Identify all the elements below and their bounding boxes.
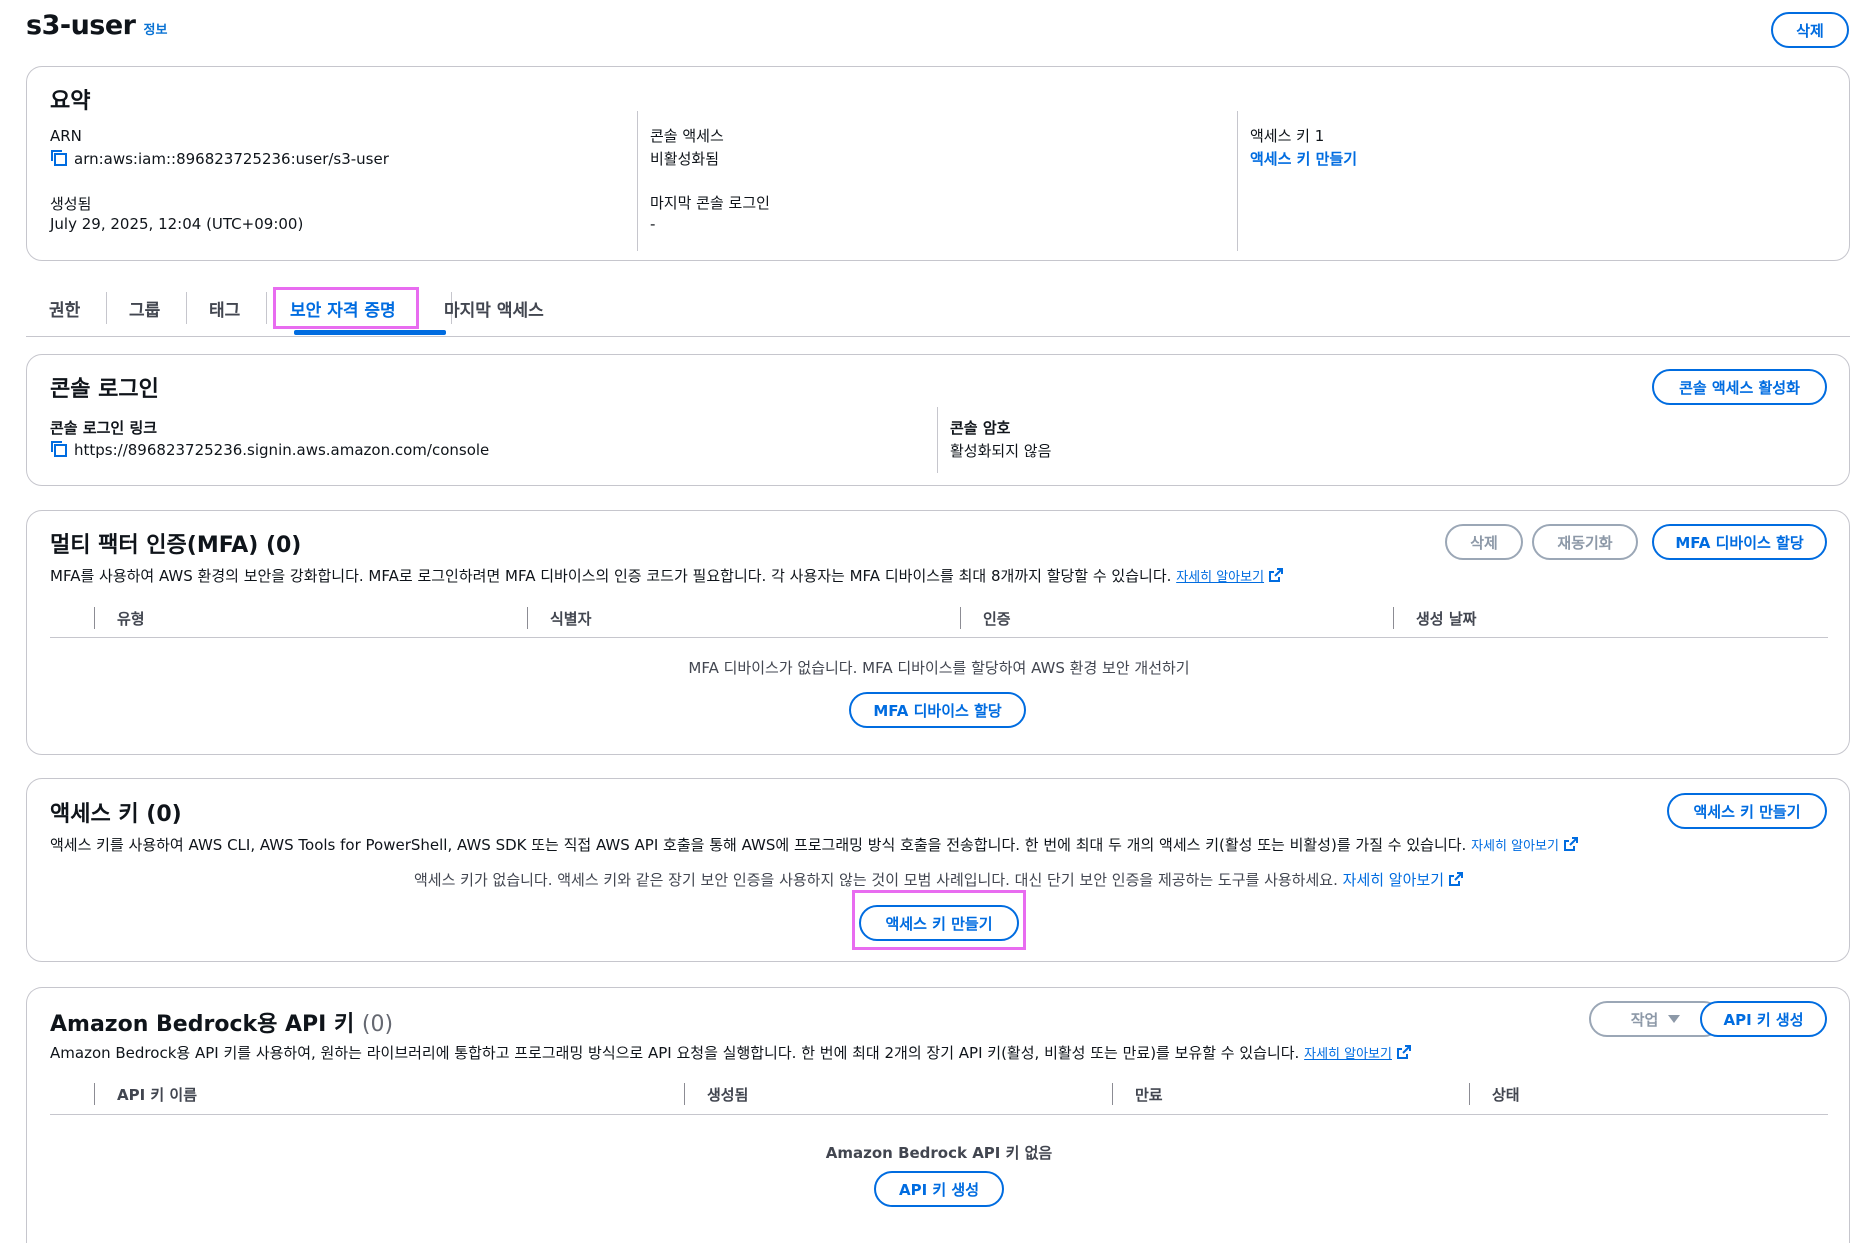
column-header-type[interactable]: 유형: [117, 608, 145, 629]
access-keys-heading: 액세스 키 (0): [50, 802, 182, 827]
console-login-link: https://896823725236.signin.aws.amazon.c…: [50, 440, 489, 459]
column-header-api-key-name[interactable]: API 키 이름: [117, 1084, 197, 1105]
external-link-icon: [1563, 836, 1579, 852]
column-header-identifier[interactable]: 식별자: [550, 608, 591, 629]
access-keys-description-text: 액세스 키를 사용하여 AWS CLI, AWS Tools for Power…: [50, 836, 1467, 854]
column-separator: [94, 607, 95, 629]
column-separator: [1112, 1083, 1113, 1105]
summary-heading: 요약: [50, 89, 91, 114]
access-keys-empty-text: 액세스 키가 없습니다. 액세스 키와 같은 장기 보안 인증을 사용하지 않는…: [413, 871, 1338, 889]
caret-down-icon: [1668, 1015, 1681, 1023]
external-link-icon: [1268, 567, 1284, 583]
external-link-icon: [1448, 871, 1464, 887]
create-access-key-link[interactable]: 액세스 키 만들기: [1250, 148, 1357, 169]
console-login-link-label: 콘솔 로그인 링크: [50, 419, 158, 437]
page-title: s3-user: [26, 10, 136, 41]
arn-label: ARN: [50, 127, 82, 145]
copy-icon[interactable]: [50, 149, 68, 167]
page-header: s3-user 정보: [26, 10, 167, 41]
console-password-value: 활성화되지 않음: [950, 442, 1052, 460]
create-access-key-button[interactable]: 액세스 키 만들기: [1667, 793, 1827, 829]
bedrock-api-keys-panel: Amazon Bedrock용 API 키 (0) 작업 API 키 생성 Am…: [26, 987, 1850, 1243]
table-header-divider: [50, 637, 1828, 638]
last-console-login-label: 마지막 콘솔 로그인: [650, 194, 770, 212]
delete-user-button[interactable]: 삭제: [1771, 12, 1849, 48]
column-separator: [1469, 1083, 1470, 1105]
column-separator: [684, 1083, 685, 1105]
column-header-status[interactable]: 상태: [1492, 1084, 1520, 1105]
tab-groups[interactable]: 그룹: [129, 296, 160, 321]
access-keys-description: 액세스 키를 사용하여 AWS CLI, AWS Tools for Power…: [50, 834, 1579, 855]
mfa-learn-more-link[interactable]: 자세히 알아보기: [1176, 570, 1264, 585]
copy-icon[interactable]: [50, 440, 68, 458]
divider: [937, 407, 938, 473]
access-key1-label: 액세스 키 1: [1250, 127, 1325, 145]
column-separator: [94, 1083, 95, 1105]
mfa-resync-button[interactable]: 재동기화: [1532, 524, 1638, 560]
bedrock-heading: Amazon Bedrock용 API 키 (0): [50, 1006, 393, 1038]
tab-separator: [266, 292, 267, 324]
arn-text: arn:aws:iam::896823725236:user/s3-user: [74, 150, 389, 168]
bedrock-description-text: Amazon Bedrock용 API 키를 사용하여, 원하는 라이브러리에 …: [50, 1044, 1300, 1062]
column-header-expiry[interactable]: 만료: [1135, 1084, 1163, 1105]
assign-mfa-button[interactable]: MFA 디바이스 할당: [1652, 524, 1827, 560]
column-separator: [1393, 607, 1394, 629]
generate-api-key-button[interactable]: API 키 생성: [1700, 1001, 1827, 1037]
tab-highlight-box: [273, 287, 419, 329]
tab-permissions[interactable]: 권한: [49, 296, 80, 321]
external-link-icon: [1396, 1044, 1412, 1060]
enable-console-access-button[interactable]: 콘솔 액세스 활성화: [1652, 369, 1827, 405]
mfa-empty-message: MFA 디바이스가 없습니다. MFA 디바이스를 할당하여 AWS 환경 보안…: [688, 659, 1190, 677]
tab-tags[interactable]: 태그: [209, 296, 240, 321]
bedrock-count: (0): [361, 1012, 394, 1037]
created-label: 생성됨: [50, 195, 92, 213]
access-keys-empty-learn-more-link[interactable]: 자세히 알아보기: [1343, 871, 1444, 889]
console-access-value: 비활성화됨: [650, 150, 720, 168]
console-password-label: 콘솔 암호: [950, 419, 1011, 437]
divider: [637, 111, 638, 251]
mfa-panel: 멀티 팩터 인증(MFA) (0) 삭제 재동기화 MFA 디바이스 할당 MF…: [26, 510, 1850, 755]
bedrock-actions-label: 작업: [1630, 1010, 1659, 1029]
tab-separator: [106, 292, 107, 324]
column-separator: [960, 607, 961, 629]
last-console-login-value: -: [650, 215, 656, 233]
console-login-heading: 콘솔 로그인: [50, 377, 159, 402]
assign-mfa-empty-button[interactable]: MFA 디바이스 할당: [849, 692, 1026, 728]
access-keys-empty-message: 액세스 키가 없습니다. 액세스 키와 같은 장기 보안 인증을 사용하지 않는…: [27, 869, 1851, 890]
bedrock-learn-more-link[interactable]: 자세히 알아보기: [1304, 1047, 1392, 1062]
column-header-certification[interactable]: 인증: [983, 608, 1011, 629]
generate-api-key-empty-button[interactable]: API 키 생성: [874, 1171, 1004, 1207]
console-login-panel: 콘솔 로그인 콘솔 액세스 활성화 콘솔 로그인 링크 https://8968…: [26, 354, 1850, 486]
mfa-delete-button[interactable]: 삭제: [1445, 524, 1523, 560]
column-separator: [527, 607, 528, 629]
active-tab-indicator: [294, 330, 446, 335]
info-link[interactable]: 정보: [143, 19, 167, 38]
access-keys-learn-more-link[interactable]: 자세히 알아보기: [1471, 839, 1559, 854]
tab-separator: [186, 292, 187, 324]
tab-last-accessed[interactable]: 마지막 액세스: [444, 296, 544, 321]
bedrock-heading-text: Amazon Bedrock용 API 키: [50, 1012, 355, 1037]
mfa-heading: 멀티 팩터 인증(MFA) (0): [50, 533, 302, 558]
summary-panel: 요약 ARN arn:aws:iam::896823725236:user/s3…: [26, 66, 1850, 261]
console-access-label: 콘솔 액세스: [650, 127, 724, 145]
button-highlight-box: [852, 890, 1026, 950]
console-login-url: https://896823725236.signin.aws.amazon.c…: [74, 441, 490, 459]
bedrock-empty-message: Amazon Bedrock API 키 없음: [825, 1144, 1053, 1162]
column-header-created-date[interactable]: 생성 날짜: [1416, 608, 1476, 629]
column-header-created[interactable]: 생성됨: [707, 1084, 748, 1105]
arn-value: arn:aws:iam::896823725236:user/s3-user: [50, 149, 389, 168]
table-header-divider: [50, 1114, 1828, 1115]
bedrock-description: Amazon Bedrock용 API 키를 사용하여, 원하는 라이브러리에 …: [50, 1042, 1412, 1063]
mfa-description: MFA를 사용하여 AWS 환경의 보안을 강화합니다. MFA로 로그인하려면…: [50, 565, 1284, 586]
divider: [1237, 111, 1238, 251]
mfa-description-text: MFA를 사용하여 AWS 환경의 보안을 강화합니다. MFA로 로그인하려면…: [50, 567, 1172, 585]
created-value: July 29, 2025, 12:04 (UTC+09:00): [50, 215, 304, 233]
